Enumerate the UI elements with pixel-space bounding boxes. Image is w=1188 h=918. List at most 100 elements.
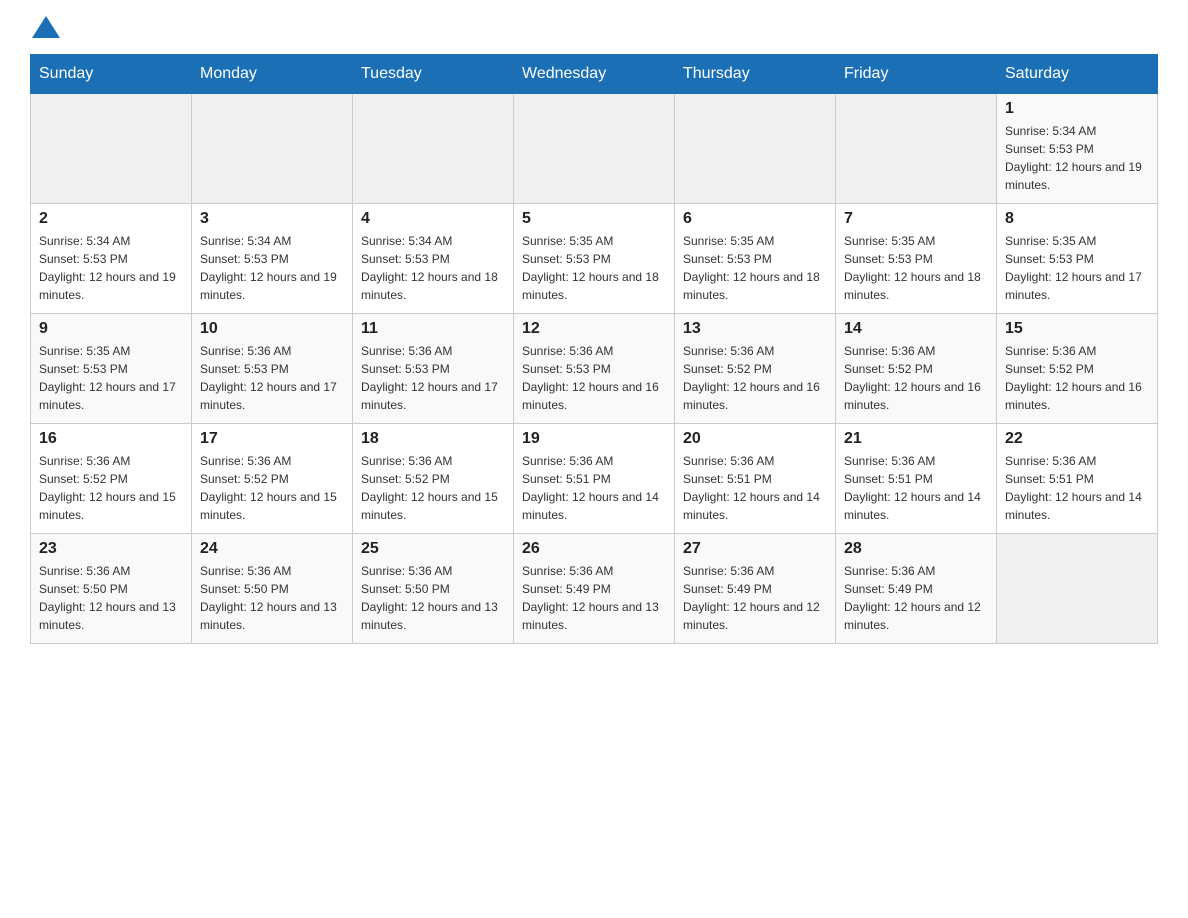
calendar-cell: 14 Sunrise: 5:36 AMSunset: 5:52 PMDayligh… xyxy=(836,314,997,424)
week-row-2: 2 Sunrise: 5:34 AMSunset: 5:53 PMDaylight… xyxy=(31,204,1158,314)
day-info: Sunrise: 5:36 AMSunset: 5:52 PMDaylight:… xyxy=(683,342,827,414)
day-header-wednesday: Wednesday xyxy=(514,55,675,94)
day-info: Sunrise: 5:34 AMSunset: 5:53 PMDaylight:… xyxy=(39,232,183,304)
day-header-saturday: Saturday xyxy=(997,55,1158,94)
day-number: 15 xyxy=(1005,320,1149,338)
header-row: SundayMondayTuesdayWednesdayThursdayFrid… xyxy=(31,55,1158,94)
day-number: 5 xyxy=(522,210,666,228)
calendar-cell: 21 Sunrise: 5:36 AMSunset: 5:51 PMDayligh… xyxy=(836,424,997,534)
week-row-5: 23 Sunrise: 5:36 AMSunset: 5:50 PMDayligh… xyxy=(31,534,1158,644)
day-number: 12 xyxy=(522,320,666,338)
day-info: Sunrise: 5:36 AMSunset: 5:50 PMDaylight:… xyxy=(39,562,183,634)
day-info: Sunrise: 5:34 AMSunset: 5:53 PMDaylight:… xyxy=(1005,122,1149,194)
calendar-cell xyxy=(675,94,836,204)
calendar-cell: 2 Sunrise: 5:34 AMSunset: 5:53 PMDaylight… xyxy=(31,204,192,314)
day-info: Sunrise: 5:36 AMSunset: 5:53 PMDaylight:… xyxy=(200,342,344,414)
day-info: Sunrise: 5:36 AMSunset: 5:52 PMDaylight:… xyxy=(844,342,988,414)
calendar-cell: 3Sunrise: 5:34 AMSunset: 5:53 PMDaylight… xyxy=(192,204,353,314)
calendar-cell: 7 Sunrise: 5:35 AMSunset: 5:53 PMDaylight… xyxy=(836,204,997,314)
day-number: 13 xyxy=(683,320,827,338)
calendar-cell: 20 Sunrise: 5:36 AMSunset: 5:51 PMDayligh… xyxy=(675,424,836,534)
calendar-cell: 17Sunrise: 5:36 AMSunset: 5:52 PMDayligh… xyxy=(192,424,353,534)
day-info: Sunrise: 5:36 AMSunset: 5:52 PMDaylight:… xyxy=(1005,342,1149,414)
day-number: 25 xyxy=(361,540,505,558)
day-number: 22 xyxy=(1005,430,1149,448)
day-number: 26 xyxy=(522,540,666,558)
calendar-cell: 13 Sunrise: 5:36 AMSunset: 5:52 PMDayligh… xyxy=(675,314,836,424)
day-number: 24 xyxy=(200,540,344,558)
logo xyxy=(30,20,60,36)
calendar-cell: 22Sunrise: 5:36 AMSunset: 5:51 PMDayligh… xyxy=(997,424,1158,534)
calendar-cell: 1 Sunrise: 5:34 AMSunset: 5:53 PMDaylight… xyxy=(997,94,1158,204)
day-info: Sunrise: 5:35 AMSunset: 5:53 PMDaylight:… xyxy=(1005,232,1149,304)
day-number: 20 xyxy=(683,430,827,448)
day-number: 14 xyxy=(844,320,988,338)
calendar-cell: 28 Sunrise: 5:36 AMSunset: 5:49 PMDayligh… xyxy=(836,534,997,644)
calendar-cell: 25 Sunrise: 5:36 AMSunset: 5:50 PMDayligh… xyxy=(353,534,514,644)
calendar-cell xyxy=(997,534,1158,644)
day-number: 8 xyxy=(1005,210,1149,228)
day-info: Sunrise: 5:36 AMSunset: 5:50 PMDaylight:… xyxy=(200,562,344,634)
calendar-cell: 4 Sunrise: 5:34 AMSunset: 5:53 PMDaylight… xyxy=(353,204,514,314)
calendar-cell xyxy=(192,94,353,204)
page-header xyxy=(30,20,1158,36)
day-number: 23 xyxy=(39,540,183,558)
day-info: Sunrise: 5:36 AMSunset: 5:49 PMDaylight:… xyxy=(683,562,827,634)
day-info: Sunrise: 5:36 AMSunset: 5:49 PMDaylight:… xyxy=(522,562,666,634)
day-info: Sunrise: 5:35 AMSunset: 5:53 PMDaylight:… xyxy=(39,342,183,414)
day-number: 6 xyxy=(683,210,827,228)
calendar-cell: 12 Sunrise: 5:36 AMSunset: 5:53 PMDayligh… xyxy=(514,314,675,424)
day-info: Sunrise: 5:36 AMSunset: 5:53 PMDaylight:… xyxy=(361,342,505,414)
calendar-cell: 15 Sunrise: 5:36 AMSunset: 5:52 PMDayligh… xyxy=(997,314,1158,424)
day-number: 19 xyxy=(522,430,666,448)
day-info: Sunrise: 5:36 AMSunset: 5:51 PMDaylight:… xyxy=(844,452,988,524)
day-info: Sunrise: 5:36 AMSunset: 5:50 PMDaylight:… xyxy=(361,562,505,634)
day-number: 1 xyxy=(1005,100,1149,118)
calendar-cell: 16 Sunrise: 5:36 AMSunset: 5:52 PMDayligh… xyxy=(31,424,192,534)
day-info: Sunrise: 5:36 AMSunset: 5:52 PMDaylight:… xyxy=(361,452,505,524)
day-info: Sunrise: 5:36 AMSunset: 5:51 PMDaylight:… xyxy=(683,452,827,524)
day-info: Sunrise: 5:36 AMSunset: 5:53 PMDaylight:… xyxy=(522,342,666,414)
calendar-cell: 27Sunrise: 5:36 AMSunset: 5:49 PMDayligh… xyxy=(675,534,836,644)
day-header-sunday: Sunday xyxy=(31,55,192,94)
calendar-cell: 8 Sunrise: 5:35 AMSunset: 5:53 PMDaylight… xyxy=(997,204,1158,314)
day-info: Sunrise: 5:36 AMSunset: 5:49 PMDaylight:… xyxy=(844,562,988,634)
day-info: Sunrise: 5:36 AMSunset: 5:52 PMDaylight:… xyxy=(39,452,183,524)
day-info: Sunrise: 5:35 AMSunset: 5:53 PMDaylight:… xyxy=(844,232,988,304)
day-header-friday: Friday xyxy=(836,55,997,94)
calendar-cell: 11 Sunrise: 5:36 AMSunset: 5:53 PMDayligh… xyxy=(353,314,514,424)
week-row-1: 1 Sunrise: 5:34 AMSunset: 5:53 PMDaylight… xyxy=(31,94,1158,204)
calendar-cell xyxy=(836,94,997,204)
calendar-cell: 26 Sunrise: 5:36 AMSunset: 5:49 PMDayligh… xyxy=(514,534,675,644)
calendar-cell: 6Sunrise: 5:35 AMSunset: 5:53 PMDaylight… xyxy=(675,204,836,314)
calendar-cell xyxy=(31,94,192,204)
day-number: 16 xyxy=(39,430,183,448)
day-number: 17 xyxy=(200,430,344,448)
day-number: 7 xyxy=(844,210,988,228)
day-info: Sunrise: 5:36 AMSunset: 5:51 PMDaylight:… xyxy=(522,452,666,524)
logo-triangle-icon xyxy=(32,16,60,38)
day-header-thursday: Thursday xyxy=(675,55,836,94)
calendar-table: SundayMondayTuesdayWednesdayThursdayFrid… xyxy=(30,54,1158,644)
week-row-3: 9 Sunrise: 5:35 AMSunset: 5:53 PMDaylight… xyxy=(31,314,1158,424)
day-number: 11 xyxy=(361,320,505,338)
calendar-cell: 18 Sunrise: 5:36 AMSunset: 5:52 PMDayligh… xyxy=(353,424,514,534)
day-number: 18 xyxy=(361,430,505,448)
calendar-cell: 19 Sunrise: 5:36 AMSunset: 5:51 PMDayligh… xyxy=(514,424,675,534)
calendar-cell xyxy=(514,94,675,204)
day-info: Sunrise: 5:34 AMSunset: 5:53 PMDaylight:… xyxy=(361,232,505,304)
day-header-tuesday: Tuesday xyxy=(353,55,514,94)
calendar-cell: 23 Sunrise: 5:36 AMSunset: 5:50 PMDayligh… xyxy=(31,534,192,644)
week-row-4: 16 Sunrise: 5:36 AMSunset: 5:52 PMDayligh… xyxy=(31,424,1158,534)
calendar-cell: 9 Sunrise: 5:35 AMSunset: 5:53 PMDaylight… xyxy=(31,314,192,424)
day-number: 21 xyxy=(844,430,988,448)
calendar-cell: 10Sunrise: 5:36 AMSunset: 5:53 PMDayligh… xyxy=(192,314,353,424)
day-number: 28 xyxy=(844,540,988,558)
calendar-cell: 5Sunrise: 5:35 AMSunset: 5:53 PMDaylight… xyxy=(514,204,675,314)
calendar-cell: 24 Sunrise: 5:36 AMSunset: 5:50 PMDayligh… xyxy=(192,534,353,644)
day-number: 3 xyxy=(200,210,344,228)
day-number: 2 xyxy=(39,210,183,228)
day-number: 4 xyxy=(361,210,505,228)
day-number: 9 xyxy=(39,320,183,338)
day-header-monday: Monday xyxy=(192,55,353,94)
